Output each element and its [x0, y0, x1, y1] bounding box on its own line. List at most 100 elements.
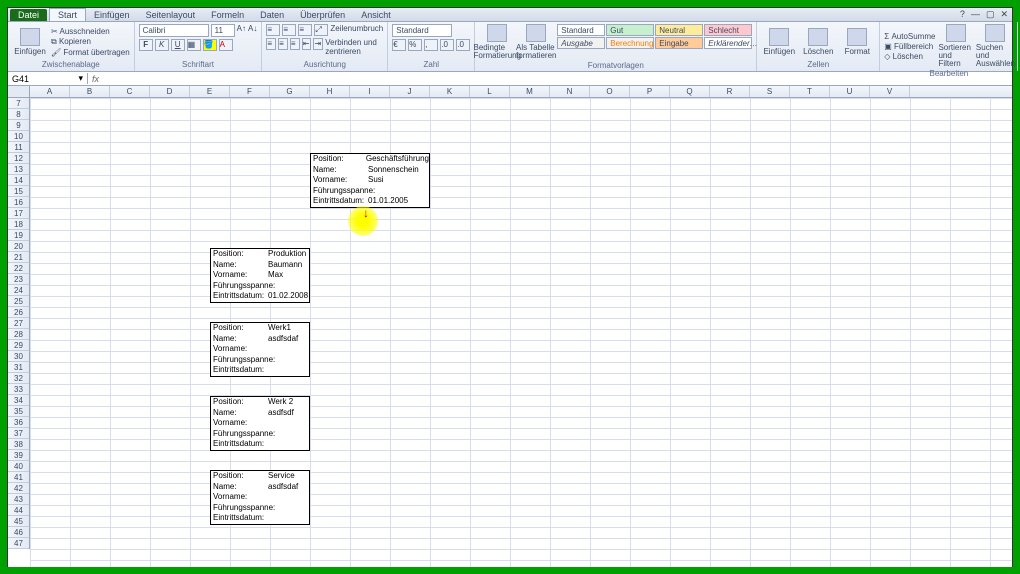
font-size-select[interactable]: 11: [211, 24, 235, 37]
row-header[interactable]: 25: [8, 296, 29, 307]
org-box-1[interactable]: Position:ProduktionName:BaumannVorname:M…: [210, 248, 310, 303]
decrease-font-icon[interactable]: A↓: [248, 24, 257, 37]
row-header[interactable]: 39: [8, 450, 29, 461]
col-header-T[interactable]: T: [790, 86, 830, 97]
row-header[interactable]: 14: [8, 175, 29, 186]
style-eingabe[interactable]: Eingabe: [655, 37, 703, 49]
row-header[interactable]: 35: [8, 406, 29, 417]
tab-formulas[interactable]: Formeln: [203, 9, 252, 21]
col-header-M[interactable]: M: [510, 86, 550, 97]
row-header[interactable]: 19: [8, 230, 29, 241]
col-header-F[interactable]: F: [230, 86, 270, 97]
row-header[interactable]: 24: [8, 285, 29, 296]
decrease-decimal-button[interactable]: .0: [456, 39, 470, 51]
tab-review[interactable]: Überprüfen: [292, 9, 353, 21]
row-header[interactable]: 29: [8, 340, 29, 351]
currency-button[interactable]: €: [392, 39, 406, 51]
row-header[interactable]: 33: [8, 384, 29, 395]
copy-button[interactable]: ⧉ Kopieren: [51, 37, 130, 47]
row-header[interactable]: 43: [8, 494, 29, 505]
number-format-select[interactable]: Standard: [392, 24, 452, 37]
row-header[interactable]: 30: [8, 351, 29, 362]
font-color-button[interactable]: A: [219, 39, 233, 51]
col-header-R[interactable]: R: [710, 86, 750, 97]
style-schlecht[interactable]: Schlecht: [704, 24, 752, 36]
col-header-E[interactable]: E: [190, 86, 230, 97]
row-header[interactable]: 37: [8, 428, 29, 439]
align-left-button[interactable]: ≡: [266, 38, 276, 50]
col-header-P[interactable]: P: [630, 86, 670, 97]
orientation-button[interactable]: ⤢: [314, 24, 328, 36]
format-as-table-button[interactable]: Als Tabelle formatieren: [518, 24, 554, 60]
close-icon[interactable]: ✕: [1000, 9, 1008, 20]
row-header[interactable]: 46: [8, 527, 29, 538]
tab-pagelayout[interactable]: Seitenlayout: [138, 9, 204, 21]
row-header[interactable]: 34: [8, 395, 29, 406]
indent-more-button[interactable]: ⇥: [313, 38, 323, 50]
font-name-select[interactable]: Calibri: [139, 24, 209, 37]
col-header-G[interactable]: G: [270, 86, 310, 97]
italic-button[interactable]: K: [155, 39, 169, 51]
col-header-O[interactable]: O: [590, 86, 630, 97]
tab-insert[interactable]: Einfügen: [86, 9, 138, 21]
row-header[interactable]: 17: [8, 208, 29, 219]
wrap-text-button[interactable]: Zeilenumbruch: [330, 24, 383, 36]
col-header-V[interactable]: V: [870, 86, 910, 97]
merge-button[interactable]: Verbinden und zentrieren: [325, 38, 383, 56]
row-header[interactable]: 27: [8, 318, 29, 329]
org-box-4[interactable]: Position:ServiceName:asdfsdafVorname:Füh…: [210, 470, 310, 525]
row-header[interactable]: 7: [8, 98, 29, 109]
row-header[interactable]: 47: [8, 538, 29, 549]
col-header-L[interactable]: L: [470, 86, 510, 97]
style-neutral[interactable]: Neutral: [655, 24, 703, 36]
bold-button[interactable]: F: [139, 39, 153, 51]
row-header[interactable]: 41: [8, 472, 29, 483]
row-header[interactable]: 36: [8, 417, 29, 428]
row-header[interactable]: 10: [8, 131, 29, 142]
row-header[interactable]: 21: [8, 252, 29, 263]
row-header[interactable]: 45: [8, 516, 29, 527]
chevron-down-icon[interactable]: ▾: [78, 73, 83, 84]
underline-button[interactable]: U: [171, 39, 185, 51]
row-header[interactable]: 32: [8, 373, 29, 384]
conditional-format-button[interactable]: Bedingte Formatierung: [479, 24, 515, 60]
minimize-icon[interactable]: —: [971, 9, 980, 20]
select-all-corner[interactable]: [8, 86, 30, 98]
org-box-0[interactable]: Position:GeschäftsführungName:Sonnensche…: [310, 153, 430, 208]
row-header[interactable]: 11: [8, 142, 29, 153]
col-header-Q[interactable]: Q: [670, 86, 710, 97]
org-box-2[interactable]: Position:Werk1Name:asdfsdafVorname:Führu…: [210, 322, 310, 377]
delete-cells-button[interactable]: Löschen: [800, 24, 836, 59]
col-header-S[interactable]: S: [750, 86, 790, 97]
row-header[interactable]: 44: [8, 505, 29, 516]
increase-font-icon[interactable]: A↑: [237, 24, 246, 37]
col-header-I[interactable]: I: [350, 86, 390, 97]
align-right-button[interactable]: ≡: [290, 38, 300, 50]
find-select-button[interactable]: Suchen und Auswählen: [977, 24, 1013, 68]
percent-button[interactable]: %: [408, 39, 422, 51]
increase-decimal-button[interactable]: .0: [440, 39, 454, 51]
org-box-3[interactable]: Position:Werk 2Name:asdfsdfVorname:Führu…: [210, 396, 310, 451]
align-center-button[interactable]: ≡: [278, 38, 288, 50]
cut-button[interactable]: ✂ Ausschneiden: [51, 27, 130, 36]
col-header-N[interactable]: N: [550, 86, 590, 97]
style-berechnung[interactable]: Berechnung: [606, 37, 654, 49]
row-header[interactable]: 9: [8, 120, 29, 131]
row-header[interactable]: 40: [8, 461, 29, 472]
row-header[interactable]: 22: [8, 263, 29, 274]
sort-filter-button[interactable]: Sortieren und Filtern: [938, 24, 974, 68]
insert-cells-button[interactable]: Einfügen: [761, 24, 797, 59]
col-header-B[interactable]: B: [70, 86, 110, 97]
autosum-button[interactable]: Σ AutoSumme: [884, 32, 935, 41]
align-middle-button[interactable]: ≡: [282, 24, 296, 36]
row-header[interactable]: 15: [8, 186, 29, 197]
tab-file[interactable]: Datei: [10, 9, 47, 21]
row-header[interactable]: 28: [8, 329, 29, 340]
clear-button[interactable]: ◇ Löschen: [884, 52, 935, 61]
tab-data[interactable]: Daten: [252, 9, 292, 21]
worksheet-grid[interactable]: ABCDEFGHIJKLMNOPQRSTUV 78910111213141516…: [8, 86, 1012, 567]
cells-area[interactable]: Position:GeschäftsführungName:Sonnensche…: [30, 98, 1012, 567]
col-header-C[interactable]: C: [110, 86, 150, 97]
align-top-button[interactable]: ≡: [266, 24, 280, 36]
fill-color-button[interactable]: 🪣: [203, 39, 217, 51]
